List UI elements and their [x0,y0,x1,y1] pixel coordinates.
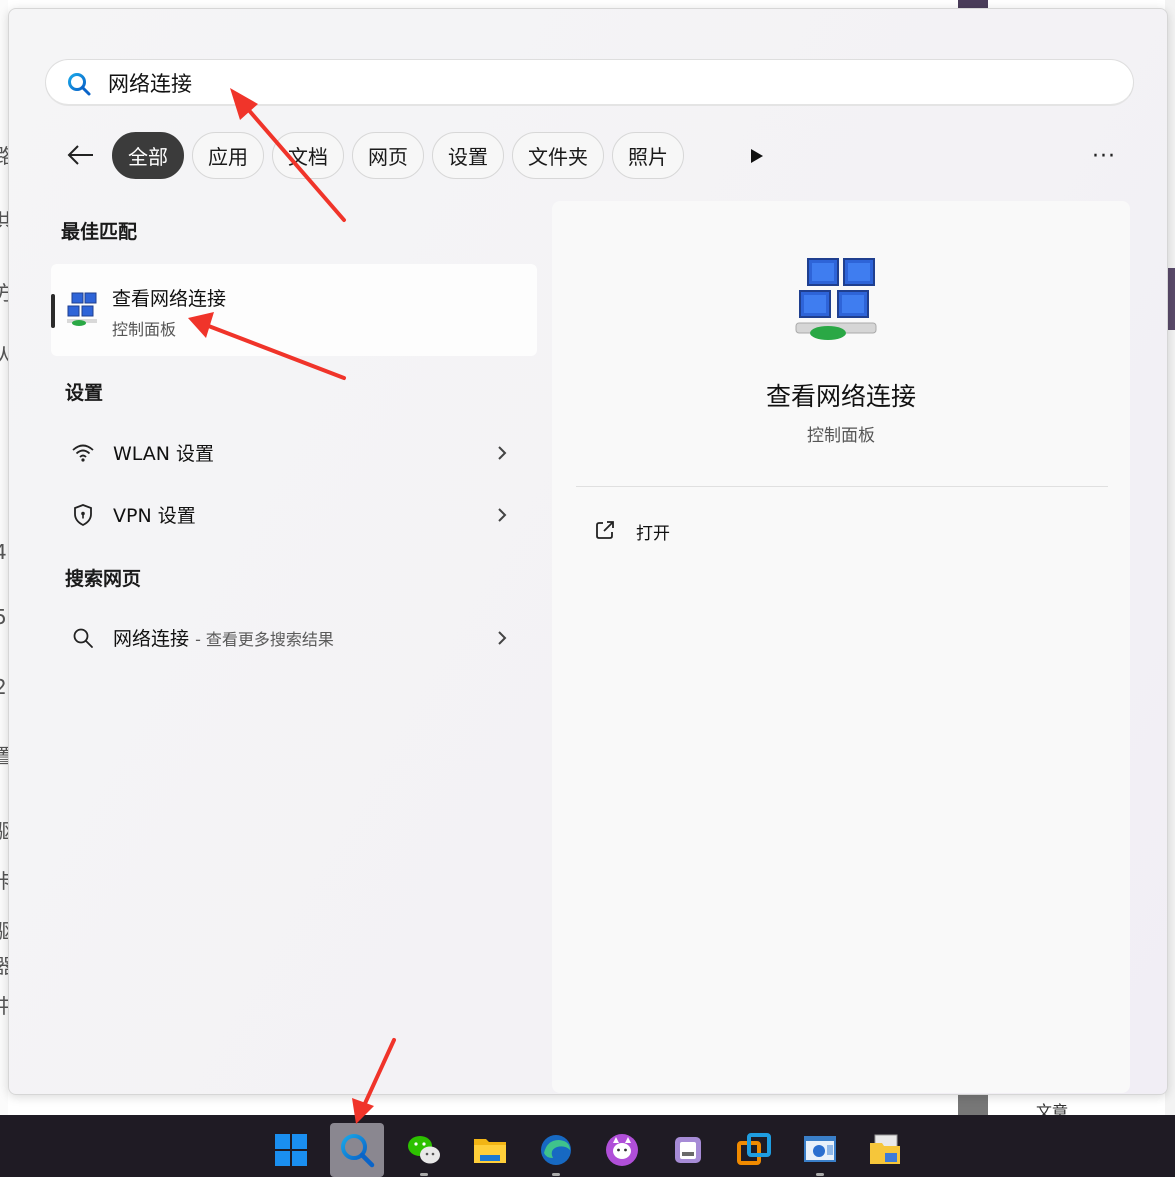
divider [576,486,1108,487]
taskbar [0,1115,1175,1177]
taskbar-notepad-button[interactable] [661,1123,715,1177]
open-external-icon [596,521,614,539]
search-panel: 全部 应用 文档 网页 设置 文件夹 照片 ··· 最佳匹配 查看网络连接 控制… [8,8,1168,1095]
filter-photos[interactable]: 照片 [612,132,684,179]
back-arrow-icon[interactable] [63,139,99,171]
folder-app-icon [870,1134,900,1164]
filter-chips: 全部 应用 文档 网页 设置 文件夹 照片 [112,132,684,179]
taskbar-edge-button[interactable] [529,1123,583,1177]
filter-settings[interactable]: 设置 [432,132,504,179]
edge-browser-icon [541,1135,571,1165]
preview-title: 查看网络连接 [765,382,916,411]
background-glyph: 4 [0,540,7,564]
running-indicator [420,1173,428,1176]
background-glyph: 2 [0,675,7,699]
background-glyph: 中 [0,990,8,1019]
wifi-icon [72,444,94,462]
windows-start-icon [275,1134,307,1166]
open-action[interactable]: 打开 [594,513,894,549]
taskbar-vm-app-button[interactable] [727,1123,781,1177]
web-search-item[interactable]: 网络连接 - 查看更多搜索结果 [51,610,537,666]
background-glyph: 驱 [0,915,8,944]
taskbar-cat-app-button[interactable] [595,1123,649,1177]
file-explorer-icon [474,1139,506,1163]
chevron-right-icon [498,446,507,460]
filter-all[interactable]: 全部 [112,132,184,179]
best-match-item[interactable]: 查看网络连接 控制面板 [51,264,537,356]
settings-item-wlan[interactable]: WLAN 设置 [51,425,537,481]
network-connections-icon [795,258,877,340]
preview-pane: 查看网络连接 控制面板 打开 [552,201,1130,1093]
play-icon[interactable] [749,147,765,165]
background-glyph: 路 [0,140,8,169]
search-box[interactable] [45,59,1134,106]
shield-icon [74,504,92,527]
notepad-app-icon [675,1137,701,1163]
background-glyph: 人 [0,340,8,369]
taskbar-search-button[interactable] [330,1123,384,1177]
background-glyph: 器 [0,950,8,979]
search-icon [73,628,93,648]
filter-apps[interactable]: 应用 [192,132,264,179]
settings-item-label: WLAN 设置 [113,443,215,465]
taskbar-folder-app-button[interactable] [859,1123,913,1177]
running-indicator [816,1173,824,1176]
chevron-right-icon [498,508,507,522]
best-match-subtitle: 控制面板 [112,320,177,339]
background-glyph: 置 [0,740,8,769]
remote-desktop-icon [804,1136,836,1162]
preview-subtitle: 控制面板 [807,426,875,446]
vm-app-icon [737,1133,771,1165]
taskbar-wechat-button[interactable] [397,1123,451,1177]
web-search-hint: - 查看更多搜索结果 [195,630,334,649]
filter-folders[interactable]: 文件夹 [512,132,604,179]
background-glyph: 共 [0,205,8,234]
background-top-block [958,0,988,8]
settings-item-label: VPN 设置 [113,505,196,527]
background-right-bar [1167,268,1175,330]
taskbar-remote-desktop-button[interactable] [793,1123,847,1177]
best-match-heading: 最佳匹配 [61,221,138,243]
web-search-heading: 搜索网页 [65,568,142,590]
background-glyph: 方 [0,277,8,306]
search-input[interactable] [108,66,1008,100]
search-icon [68,73,91,96]
filter-web[interactable]: 网页 [352,132,424,179]
selection-indicator [51,294,55,328]
search-icon [341,1134,375,1168]
chevron-right-icon [498,631,507,645]
taskbar-start-button[interactable] [264,1123,318,1177]
best-match-title: 查看网络连接 [112,288,227,310]
wechat-icon [408,1136,440,1164]
filter-documents[interactable]: 文档 [272,132,344,179]
settings-item-vpn[interactable]: VPN 设置 [51,487,537,543]
background-glyph: 卡 [0,865,8,894]
cat-app-icon [606,1134,638,1166]
settings-heading: 设置 [65,382,104,404]
network-connections-icon [67,292,97,326]
taskbar-file-explorer-button[interactable] [463,1123,517,1177]
web-search-label: 网络连接 - 查看更多搜索结果 [113,624,334,651]
running-indicator [552,1173,560,1176]
more-options-button[interactable]: ··· [1092,144,1116,169]
background-bottom-block [958,1094,988,1115]
web-search-query: 网络连接 [113,628,190,650]
background-glyph: 5 [0,605,7,629]
open-action-label: 打开 [636,524,670,544]
background-glyph: 驱 [0,815,8,844]
